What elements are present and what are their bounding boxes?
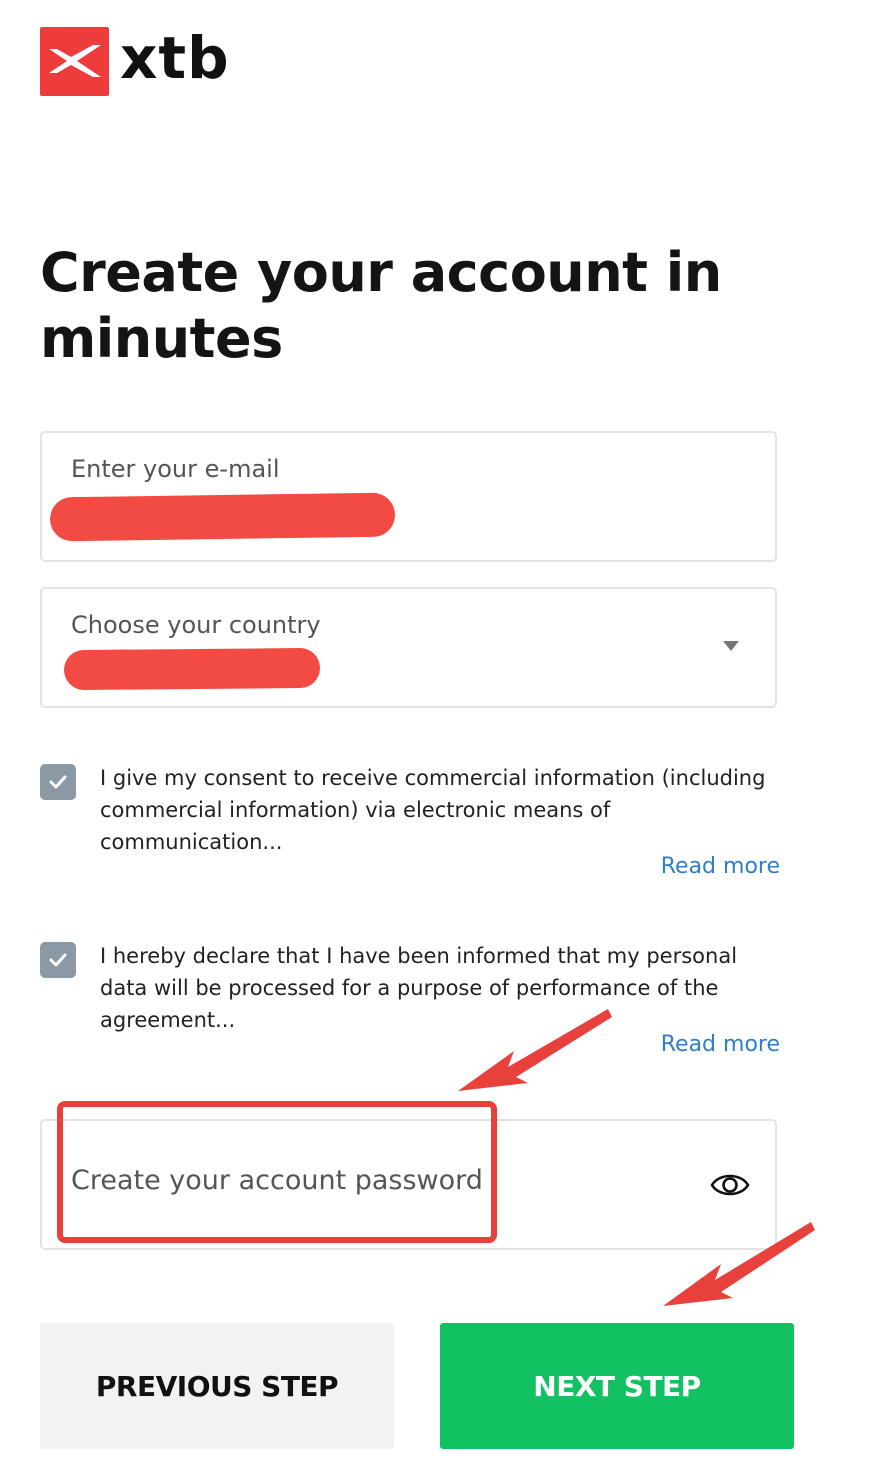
email-field[interactable]: Enter your e-mail (40, 431, 777, 562)
previous-step-button[interactable]: PREVIOUS STEP (40, 1323, 394, 1449)
checkmark-icon (49, 775, 67, 789)
consent-commercial: I give my consent to receive commercial … (40, 762, 780, 882)
email-redaction (49, 492, 396, 542)
next-step-button[interactable]: NEXT STEP (440, 1323, 794, 1449)
dropdown-caret-icon[interactable] (723, 641, 739, 651)
checkmark-icon (49, 953, 67, 967)
password-field-label: Create your account password (71, 1165, 483, 1196)
consent-commercial-text: I give my consent to receive commercial … (100, 766, 766, 854)
brand-name: xtb (120, 24, 230, 92)
country-redaction (63, 647, 321, 691)
consent-personal-data-checkbox[interactable] (40, 942, 76, 978)
consent-commercial-checkbox[interactable] (40, 764, 76, 800)
logo-mark-icon (40, 26, 109, 96)
email-field-label: Enter your e-mail (71, 455, 280, 483)
page-title: Create your account in minutes (40, 241, 722, 370)
consent-personal-data: I hereby declare that I have been inform… (40, 940, 780, 1060)
consent-personal-data-text: I hereby declare that I have been inform… (100, 944, 738, 1032)
password-field[interactable]: Create your account password (40, 1119, 777, 1250)
country-select-label: Choose your country (71, 611, 321, 639)
country-select[interactable]: Choose your country (40, 587, 777, 708)
logo: xtb (40, 26, 230, 96)
read-more-link[interactable]: Read more (661, 1032, 780, 1057)
read-more-link[interactable]: Read more (661, 854, 780, 879)
eye-icon[interactable] (709, 1163, 751, 1207)
